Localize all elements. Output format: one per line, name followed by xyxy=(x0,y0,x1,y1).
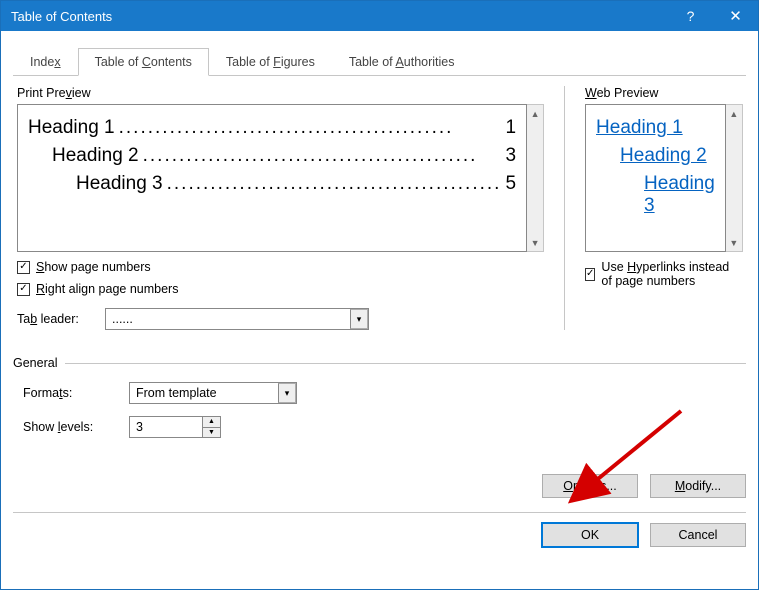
web-preview-scrollbar[interactable]: ▲ ▼ xyxy=(726,104,743,252)
tab-table-of-figures[interactable]: Table of Figures xyxy=(209,48,332,76)
tab-strip: Index Table of Contents Table of Figures… xyxy=(13,47,746,76)
print-preview-item: Heading 1 ..............................… xyxy=(28,117,516,139)
cancel-button[interactable]: Cancel xyxy=(650,523,746,547)
tab-leader-row: Tab leader: ...... ▾ xyxy=(17,308,544,330)
print-preview-box: Heading 1 ..............................… xyxy=(17,104,527,252)
print-preview-label: Print Preview xyxy=(17,86,544,100)
web-preview-pane: Heading 1 Heading 2 Heading 3 ▲ ▼ xyxy=(585,104,743,252)
tab-leader-select[interactable]: ...... ▾ xyxy=(105,308,369,330)
use-hyperlinks-checkbox[interactable]: ✓ Use Hyperlinks instead of page numbers xyxy=(585,260,743,288)
web-preview-item: Heading 2 xyxy=(596,145,715,167)
formats-select[interactable]: From template ▾ xyxy=(129,382,297,404)
print-preview-item: Heading 3 ..............................… xyxy=(28,173,516,195)
options-button[interactable]: Options... xyxy=(542,474,638,498)
ok-button[interactable]: OK xyxy=(542,523,638,547)
show-levels-label: Show levels: xyxy=(23,420,119,434)
options-modify-row: Options... Modify... xyxy=(13,474,746,498)
tab-leader-label: Tab leader: xyxy=(17,312,95,326)
tab-table-of-contents[interactable]: Table of Contents xyxy=(78,48,209,76)
show-page-numbers-checkbox[interactable]: ✓ Show page numbers xyxy=(17,260,544,274)
checkbox-checked-icon: ✓ xyxy=(17,283,30,296)
tab-index[interactable]: Index xyxy=(13,48,78,76)
dialog-body: Index Table of Contents Table of Figures… xyxy=(1,31,758,559)
print-preview-item: Heading 2 ..............................… xyxy=(28,145,516,167)
spinner-up-icon[interactable]: ▲ xyxy=(203,417,220,428)
print-preview-scrollbar[interactable]: ▲ ▼ xyxy=(527,104,544,252)
dialog-window: Table of Contents ? ✕ Index Table of Con… xyxy=(0,0,759,590)
dropdown-icon[interactable]: ▾ xyxy=(350,309,368,329)
modify-button[interactable]: Modify... xyxy=(650,474,746,498)
web-preview-link[interactable]: Heading 1 xyxy=(596,117,683,138)
tab-table-of-authorities[interactable]: Table of Authorities xyxy=(332,48,472,76)
dialog-title: Table of Contents xyxy=(11,9,668,24)
right-align-checkbox[interactable]: ✓ Right align page numbers xyxy=(17,282,544,296)
scroll-down-icon[interactable]: ▼ xyxy=(527,234,543,251)
web-preview-item: Heading 3 xyxy=(596,173,715,217)
help-button[interactable]: ? xyxy=(668,1,713,31)
general-section-header: General xyxy=(13,356,746,370)
print-preview-column: Print Preview Heading 1 ................… xyxy=(17,86,544,330)
dropdown-icon[interactable]: ▾ xyxy=(278,383,296,403)
web-preview-label: Web Preview xyxy=(585,86,743,100)
print-preview-pane: Heading 1 ..............................… xyxy=(17,104,544,252)
web-preview-link[interactable]: Heading 2 xyxy=(620,145,707,166)
web-preview-box: Heading 1 Heading 2 Heading 3 xyxy=(585,104,726,252)
close-button[interactable]: ✕ xyxy=(713,1,758,31)
checkbox-checked-icon: ✓ xyxy=(17,261,30,274)
web-preview-link[interactable]: Heading 3 xyxy=(644,173,715,216)
title-bar: Table of Contents ? ✕ xyxy=(1,1,758,31)
show-levels-spinner[interactable]: 3 ▲ ▼ xyxy=(129,416,221,438)
web-preview-item: Heading 1 xyxy=(596,117,715,139)
formats-row: Formats: From template ▾ xyxy=(23,382,746,404)
show-levels-row: Show levels: 3 ▲ ▼ xyxy=(23,416,746,438)
scroll-down-icon[interactable]: ▼ xyxy=(726,234,742,251)
formats-label: Formats: xyxy=(23,386,119,400)
scroll-up-icon[interactable]: ▲ xyxy=(527,105,543,122)
scroll-up-icon[interactable]: ▲ xyxy=(726,105,742,122)
spinner-down-icon[interactable]: ▼ xyxy=(203,428,220,438)
web-preview-column: Web Preview Heading 1 Heading 2 Heading … xyxy=(564,86,743,330)
tab-content: Print Preview Heading 1 ................… xyxy=(13,76,746,330)
checkbox-checked-icon: ✓ xyxy=(585,268,595,281)
dialog-footer: OK Cancel xyxy=(13,512,746,547)
